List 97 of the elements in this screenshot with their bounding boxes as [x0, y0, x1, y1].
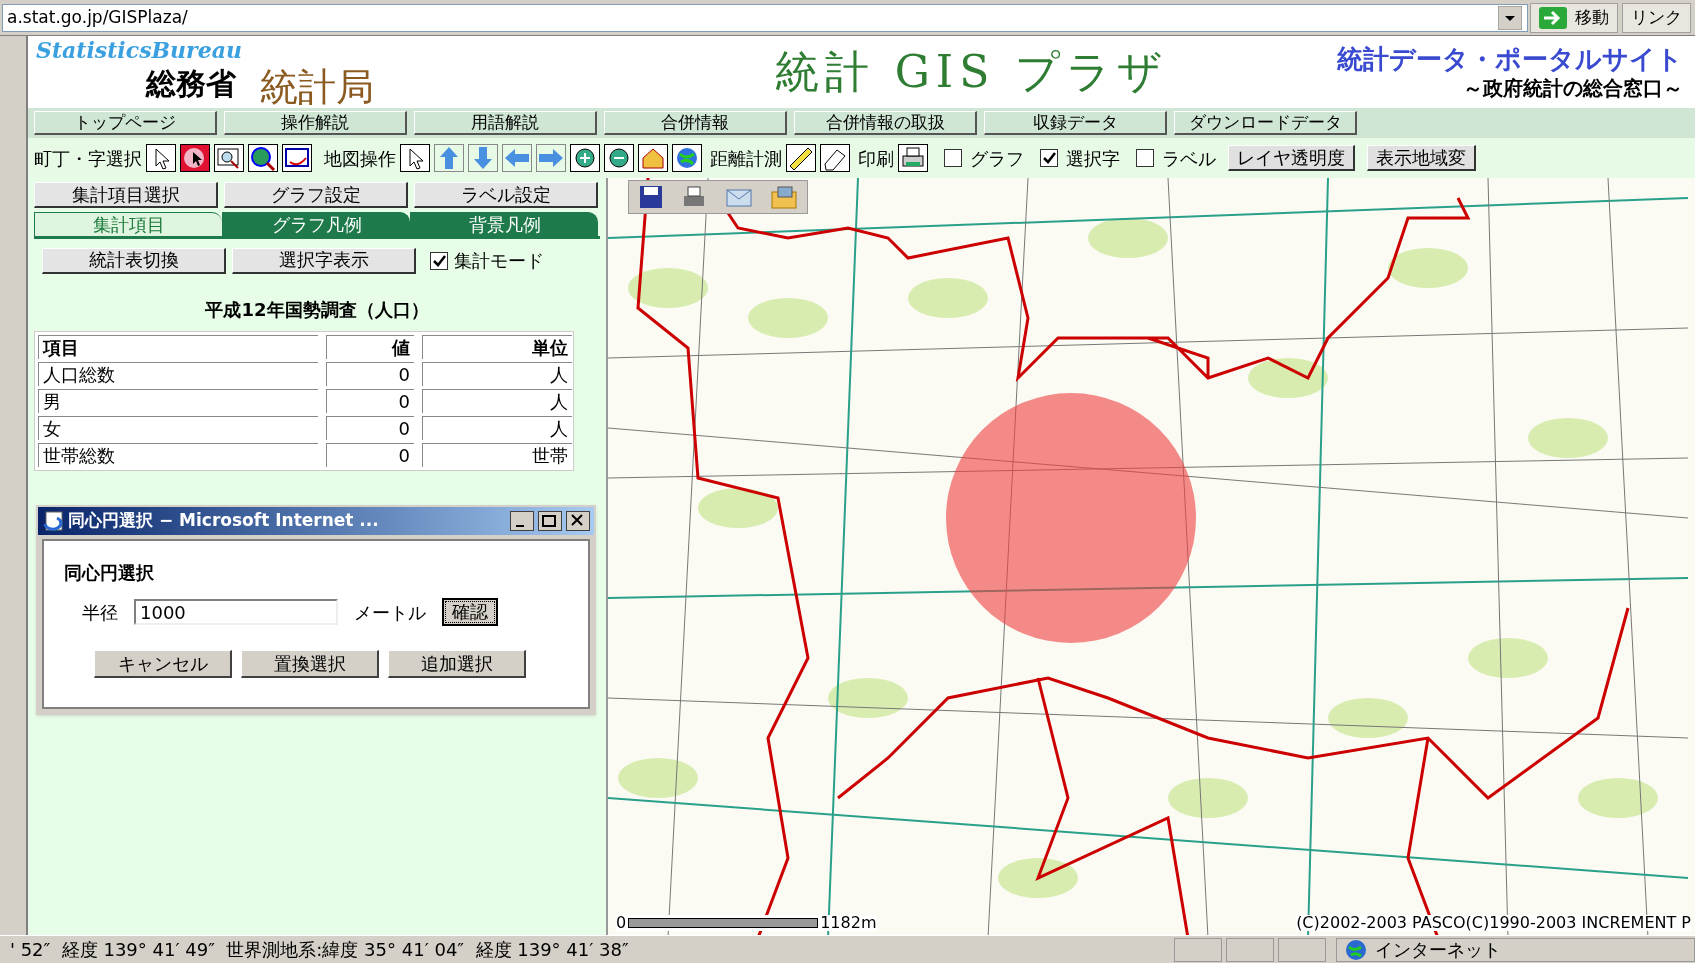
- panel-button[interactable]: ラベル設定: [414, 182, 598, 208]
- panel-button[interactable]: 選択字表示: [232, 247, 416, 274]
- table-cell: 男: [38, 389, 318, 413]
- dialog-title: 同心円選択 − Microsoft Internet ...: [68, 509, 380, 533]
- panel-button[interactable]: グラフ設定: [224, 182, 408, 208]
- table-cell: 0: [326, 443, 414, 467]
- tab[interactable]: 背景凡例: [410, 212, 598, 236]
- dialog-heading: 同心円選択: [64, 561, 155, 585]
- dropdown-button[interactable]: [1498, 5, 1522, 30]
- nav-button[interactable]: 合併情報の取扱: [794, 111, 977, 135]
- table-cell: 0: [326, 362, 414, 386]
- go-button[interactable]: 移動: [1530, 2, 1618, 33]
- site-title: 統計 GIS プラザ: [773, 45, 1170, 99]
- nav-button[interactable]: 収録データ: [984, 111, 1167, 135]
- nav-button[interactable]: 合併情報: [604, 111, 787, 135]
- status-pane: [1278, 937, 1326, 962]
- scale-label: 0: [616, 915, 627, 931]
- tool-label: 町丁・字選択: [34, 146, 142, 171]
- nav-button[interactable]: 操作解説: [224, 111, 407, 135]
- status-pane: [1226, 937, 1274, 962]
- close-icon[interactable]: [566, 511, 590, 531]
- save-icon[interactable]: [637, 184, 664, 210]
- tool-label: 印刷: [858, 146, 894, 171]
- pointer-icon[interactable]: [400, 144, 430, 172]
- unit-label: メートル: [354, 600, 426, 625]
- arrow-right-icon: [1539, 6, 1567, 29]
- status-pane: [1174, 937, 1222, 962]
- ministry-name: 総務省: [146, 64, 236, 103]
- table-cell: 女: [38, 416, 318, 440]
- list-window-icon[interactable]: [282, 144, 312, 172]
- browser-icon: [42, 510, 64, 532]
- checkbox[interactable]: [1136, 149, 1154, 167]
- table-cell: 人口総数: [38, 362, 318, 386]
- table-cell: 世帯: [422, 443, 572, 467]
- tab[interactable]: グラフ凡例: [222, 212, 410, 236]
- checkbox-label: 集計モード: [454, 249, 544, 273]
- dialog-button[interactable]: 置換選択: [241, 650, 379, 678]
- zoom-globe-icon[interactable]: [248, 144, 278, 172]
- arrow-left-icon[interactable]: [502, 144, 532, 172]
- ruler-icon[interactable]: [786, 144, 816, 172]
- panel-button[interactable]: 統計表切換: [42, 247, 226, 274]
- portal-subtitle: ～政府統計の総合窓口～: [1463, 75, 1683, 101]
- checkbox[interactable]: [944, 149, 962, 167]
- tab[interactable]: 集計項目: [34, 212, 222, 236]
- checkbox[interactable]: [1040, 149, 1058, 167]
- tool-label: 距離計測: [710, 146, 782, 171]
- maximize-icon[interactable]: [538, 511, 562, 531]
- map-copyright: (C)2002-2003 PASCO(C)1990-2003 INCREMENT P: [1296, 915, 1691, 931]
- zoom-in-icon[interactable]: [570, 144, 600, 172]
- checkbox[interactable]: [430, 251, 448, 270]
- arrow-down-icon[interactable]: [468, 144, 498, 172]
- nav-button[interactable]: 用語解説: [414, 111, 597, 135]
- check-icon: [432, 253, 446, 268]
- table-cell: 人: [422, 389, 572, 413]
- column-header: 項目: [38, 335, 318, 359]
- column-header: 単位: [422, 335, 572, 359]
- bureau-name: 統計局: [260, 67, 374, 106]
- table-title: 平成12年国勢調査（人口）: [204, 298, 430, 322]
- links-button[interactable]: リンク: [1622, 2, 1691, 33]
- checkbox-label: グラフ: [970, 146, 1024, 171]
- globe-icon: [1345, 938, 1367, 961]
- nav-button[interactable]: トップページ: [34, 111, 217, 135]
- checkbox-label: ラベル: [1162, 146, 1216, 171]
- confirm-button[interactable]: 確認: [442, 598, 498, 626]
- portal-link[interactable]: 統計データ・ポータルサイト: [1337, 43, 1683, 76]
- zone-label: インターネット: [1375, 938, 1501, 962]
- field-label: 半径: [82, 600, 118, 625]
- column-header: 値: [326, 335, 414, 359]
- dialog-button[interactable]: 追加選択: [388, 650, 526, 678]
- toolbar-button[interactable]: 表示地域変: [1367, 145, 1476, 171]
- eraser-icon[interactable]: [820, 144, 850, 172]
- radius-field[interactable]: 1000: [134, 599, 338, 625]
- nav-button[interactable]: ダウンロードデータ: [1174, 111, 1357, 135]
- table-cell: 0: [326, 416, 414, 440]
- scale-label: 1182m: [820, 915, 877, 931]
- folder-icon[interactable]: [770, 184, 799, 210]
- checkbox-label: 選択字: [1066, 146, 1120, 171]
- minimize-icon[interactable]: [510, 511, 534, 531]
- zoom-area-icon[interactable]: [214, 144, 244, 172]
- brand-logo-text: StatisticsBureau: [36, 38, 243, 61]
- zoom-out-icon[interactable]: [604, 144, 634, 172]
- tool-label: 地図操作: [324, 146, 396, 171]
- panel-button[interactable]: 集計項目選択: [34, 182, 218, 208]
- table-cell: 人: [422, 416, 572, 440]
- circle-select-icon[interactable]: [180, 144, 210, 172]
- status-text: ' 52″ 経度 139° 41′ 49″ 世界測地系:緯度 35° 41′ 04″ 経度 139° 41′ 38″: [9, 938, 630, 962]
- printer-icon[interactable]: [898, 144, 928, 172]
- table-cell: 世帯総数: [38, 443, 318, 467]
- home-icon[interactable]: [638, 144, 668, 172]
- pointer-icon[interactable]: [146, 144, 176, 172]
- table-cell: 人: [422, 362, 572, 386]
- dialog-button[interactable]: キャンセル: [94, 650, 232, 678]
- table-cell: 0: [326, 389, 414, 413]
- check-icon: [1042, 151, 1056, 165]
- toolbar-button[interactable]: レイヤ透明度: [1228, 145, 1355, 171]
- address-field[interactable]: a.stat.go.jp/GISPlaza/: [2, 3, 1528, 32]
- globe-icon[interactable]: [672, 144, 702, 172]
